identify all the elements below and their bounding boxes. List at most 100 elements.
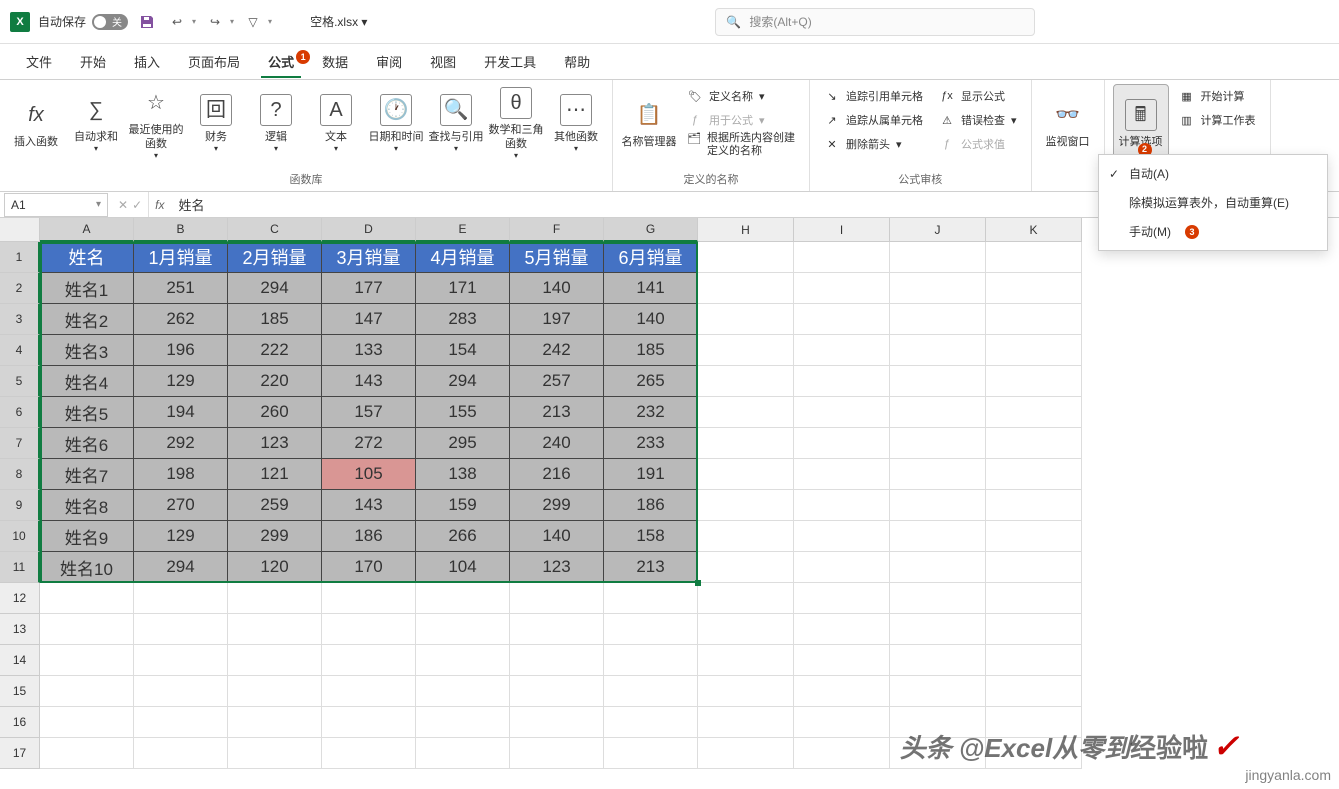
cell-A15[interactable] <box>40 676 134 707</box>
cell-H16[interactable] <box>698 707 794 738</box>
cell-H4[interactable] <box>698 335 794 366</box>
cell-K7[interactable] <box>986 428 1082 459</box>
cell-A17[interactable] <box>40 738 134 769</box>
cell-B5[interactable]: 129 <box>134 366 228 397</box>
cell-B14[interactable] <box>134 645 228 676</box>
cell-B6[interactable]: 194 <box>134 397 228 428</box>
cell-C13[interactable] <box>228 614 322 645</box>
cell-J5[interactable] <box>890 366 986 397</box>
cell-K1[interactable] <box>986 242 1082 273</box>
cell-A12[interactable] <box>40 583 134 614</box>
enter-icon[interactable]: ✓ <box>132 198 142 212</box>
calculate-sheet-button[interactable]: ▥计算工作表 <box>1173 108 1262 132</box>
cell-E7[interactable]: 295 <box>416 428 510 459</box>
cell-H15[interactable] <box>698 676 794 707</box>
cell-A14[interactable] <box>40 645 134 676</box>
datetime-button[interactable]: 🕐 日期和时间▾ <box>368 84 424 164</box>
recent-functions-button[interactable]: ☆ 最近使用的函数▾ <box>128 84 184 164</box>
cell-C12[interactable] <box>228 583 322 614</box>
cell-B10[interactable]: 129 <box>134 521 228 552</box>
cell-H5[interactable] <box>698 366 794 397</box>
undo-icon[interactable]: ↩ <box>166 11 188 33</box>
name-manager-button[interactable]: 📋 名称管理器 <box>621 84 677 164</box>
col-header-A[interactable]: A <box>40 218 134 242</box>
cell-D6[interactable]: 157 <box>322 397 416 428</box>
cell-K10[interactable] <box>986 521 1082 552</box>
cell-I4[interactable] <box>794 335 890 366</box>
autosave-toggle[interactable]: 自动保存 关 <box>38 13 128 30</box>
cell-F2[interactable]: 140 <box>510 273 604 304</box>
cell-I6[interactable] <box>794 397 890 428</box>
cell-H11[interactable] <box>698 552 794 583</box>
cell-H2[interactable] <box>698 273 794 304</box>
calc-auto-item[interactable]: ✓ 自动(A) <box>1099 159 1327 188</box>
cell-A7[interactable]: 姓名6 <box>40 428 134 459</box>
cell-F14[interactable] <box>510 645 604 676</box>
menu-tab-页面布局[interactable]: 页面布局 <box>176 46 252 77</box>
toggle-switch-icon[interactable]: 关 <box>92 14 128 30</box>
cell-K9[interactable] <box>986 490 1082 521</box>
search-input[interactable]: 🔍 搜索(Alt+Q) <box>715 8 1035 36</box>
cell-F4[interactable]: 242 <box>510 335 604 366</box>
more-functions-button[interactable]: ⋯ 其他函数▾ <box>548 84 604 164</box>
remove-arrows-button[interactable]: ✕删除箭头 ▾ <box>818 132 929 156</box>
cell-K2[interactable] <box>986 273 1082 304</box>
cell-A1[interactable]: 姓名 <box>40 242 134 273</box>
cell-J6[interactable] <box>890 397 986 428</box>
cell-E10[interactable]: 266 <box>416 521 510 552</box>
cell-B4[interactable]: 196 <box>134 335 228 366</box>
cell-H8[interactable] <box>698 459 794 490</box>
cell-D9[interactable]: 143 <box>322 490 416 521</box>
cell-B13[interactable] <box>134 614 228 645</box>
row-header-6[interactable]: 6 <box>0 397 40 428</box>
select-all-corner[interactable] <box>0 218 40 242</box>
cell-H7[interactable] <box>698 428 794 459</box>
cell-D1[interactable]: 3月销量 <box>322 242 416 273</box>
cell-K12[interactable] <box>986 583 1082 614</box>
cell-E3[interactable]: 283 <box>416 304 510 335</box>
cell-G8[interactable]: 191 <box>604 459 698 490</box>
cell-C1[interactable]: 2月销量 <box>228 242 322 273</box>
cell-K15[interactable] <box>986 676 1082 707</box>
menu-tab-公式[interactable]: 公式1 <box>256 46 306 77</box>
row-header-11[interactable]: 11 <box>0 552 40 583</box>
cell-J7[interactable] <box>890 428 986 459</box>
calculate-now-button[interactable]: ▦开始计算 <box>1173 84 1262 108</box>
cell-J4[interactable] <box>890 335 986 366</box>
col-header-E[interactable]: E <box>416 218 510 242</box>
text-button[interactable]: A 文本▾ <box>308 84 364 164</box>
row-header-2[interactable]: 2 <box>0 273 40 304</box>
cell-D13[interactable] <box>322 614 416 645</box>
row-header-12[interactable]: 12 <box>0 583 40 614</box>
cell-A10[interactable]: 姓名9 <box>40 521 134 552</box>
cell-K4[interactable] <box>986 335 1082 366</box>
cell-C6[interactable]: 260 <box>228 397 322 428</box>
cell-C17[interactable] <box>228 738 322 769</box>
row-header-1[interactable]: 1 <box>0 242 40 273</box>
cell-E9[interactable]: 159 <box>416 490 510 521</box>
cell-H12[interactable] <box>698 583 794 614</box>
cell-J14[interactable] <box>890 645 986 676</box>
cell-G16[interactable] <box>604 707 698 738</box>
chevron-down-icon[interactable]: ▾ <box>96 199 101 210</box>
watch-window-button[interactable]: 👓 监视窗口 <box>1040 84 1096 164</box>
cell-I12[interactable] <box>794 583 890 614</box>
cell-J8[interactable] <box>890 459 986 490</box>
cell-J11[interactable] <box>890 552 986 583</box>
autosum-button[interactable]: ∑ 自动求和▾ <box>68 84 124 164</box>
cell-F17[interactable] <box>510 738 604 769</box>
cell-I9[interactable] <box>794 490 890 521</box>
cell-B11[interactable]: 294 <box>134 552 228 583</box>
cell-E14[interactable] <box>416 645 510 676</box>
cell-J1[interactable] <box>890 242 986 273</box>
cell-H14[interactable] <box>698 645 794 676</box>
math-button[interactable]: θ 数学和三角函数▾ <box>488 84 544 164</box>
cell-H10[interactable] <box>698 521 794 552</box>
filter-dropdown-icon[interactable]: ▾ <box>268 17 272 26</box>
cell-K14[interactable] <box>986 645 1082 676</box>
cell-H17[interactable] <box>698 738 794 769</box>
save-icon[interactable] <box>136 11 158 33</box>
col-header-I[interactable]: I <box>794 218 890 242</box>
cell-K5[interactable] <box>986 366 1082 397</box>
financial-button[interactable]: 回 财务▾ <box>188 84 244 164</box>
